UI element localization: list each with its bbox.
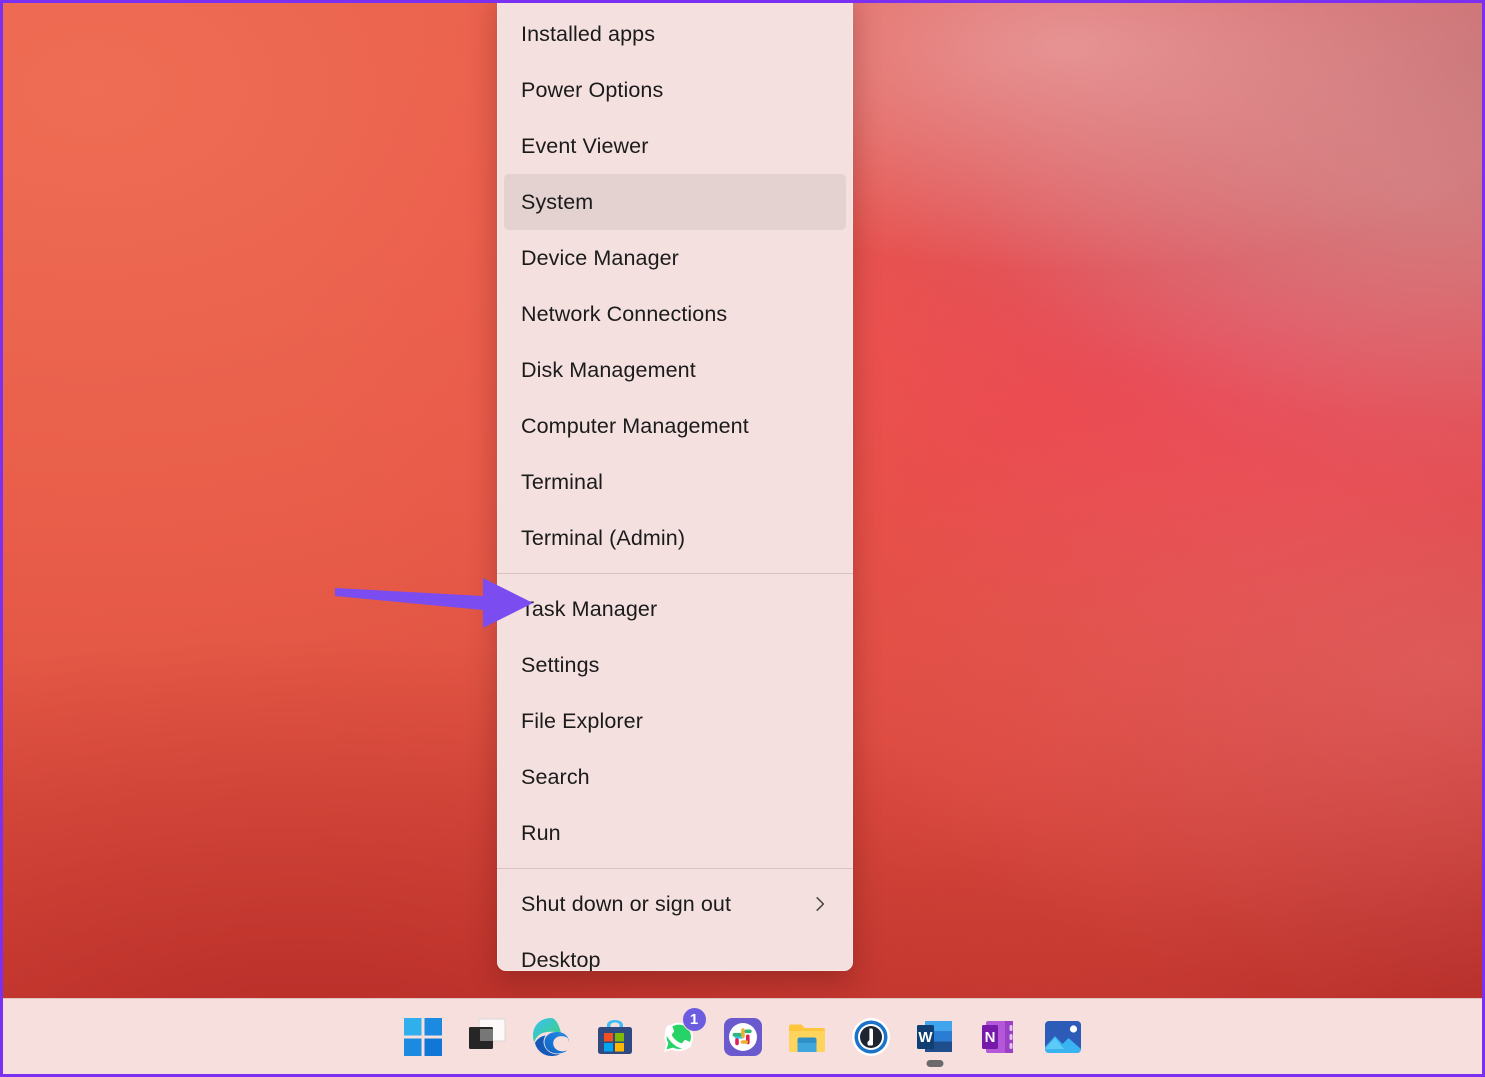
taskbar-item-photos[interactable]	[1031, 1005, 1095, 1069]
menu-separator	[497, 573, 853, 574]
menu-item-run[interactable]: Run	[504, 805, 846, 861]
running-indicator	[926, 1059, 943, 1067]
taskbar-item-edge[interactable]	[519, 1005, 583, 1069]
onenote-icon: N	[978, 1016, 1020, 1058]
menu-item-label: Settings	[521, 652, 600, 677]
taskbar-item-onenote[interactable]: N	[967, 1005, 1031, 1069]
menu-item-device-manager[interactable]: Device Manager	[504, 230, 846, 286]
menu-item-label: Desktop	[521, 947, 601, 972]
menu-item-shut-down-or-sign-out[interactable]: Shut down or sign out	[504, 876, 846, 932]
menu-item-label: Disk Management	[521, 357, 696, 382]
menu-section: Task Manager Settings File Explorer Search R…	[497, 578, 853, 864]
menu-item-label: Computer Management	[521, 413, 749, 438]
menu-item-terminal[interactable]: Terminal	[504, 454, 846, 510]
microsoft-store-icon	[594, 1016, 636, 1058]
taskbar-item-task-view[interactable]	[455, 1005, 519, 1069]
photos-icon	[1042, 1016, 1084, 1058]
menu-item-search[interactable]: Search	[504, 749, 846, 805]
word-icon: W	[914, 1016, 956, 1058]
taskbar-item-file-explorer[interactable]	[775, 1005, 839, 1069]
menu-item-label: Task Manager	[521, 596, 658, 621]
menu-item-label: Device Manager	[521, 245, 679, 270]
menu-separator	[497, 868, 853, 869]
edge-icon	[530, 1016, 572, 1058]
menu-item-installed-apps[interactable]: Installed apps	[504, 6, 846, 62]
menu-item-terminal-admin[interactable]: Terminal (Admin)	[504, 510, 846, 566]
menu-item-system[interactable]: System	[504, 174, 846, 230]
menu-item-label: File Explorer	[521, 708, 643, 733]
menu-item-label: Installed apps	[521, 21, 656, 46]
menu-item-file-explorer[interactable]: File Explorer	[504, 693, 846, 749]
menu-item-label: Network Connections	[521, 301, 728, 326]
menu-section: Shut down or sign out Desktop	[497, 873, 853, 971]
menu-item-event-viewer[interactable]: Event Viewer	[504, 118, 846, 174]
taskbar-item-whatsapp[interactable]: 1	[647, 1005, 711, 1069]
chevron-right-icon	[816, 897, 825, 911]
taskbar-item-microsoft-store[interactable]	[583, 1005, 647, 1069]
menu-item-computer-management[interactable]: Computer Management	[504, 398, 846, 454]
svg-text:N: N	[984, 1029, 995, 1046]
svg-text:W: W	[918, 1029, 933, 1046]
notification-badge: 1	[681, 1006, 707, 1032]
menu-item-label: System	[521, 189, 594, 214]
desktop[interactable]: Installed apps Power Options Event Viewer S…	[3, 3, 1482, 1074]
menu-item-network-connections[interactable]: Network Connections	[504, 286, 846, 342]
menu-section: Installed apps Power Options Event Viewer S…	[497, 3, 853, 569]
menu-item-disk-management[interactable]: Disk Management	[504, 342, 846, 398]
menu-item-power-options[interactable]: Power Options	[504, 62, 846, 118]
menu-item-label: Terminal (Admin)	[521, 525, 686, 550]
taskbar-item-slack[interactable]	[711, 1005, 775, 1069]
menu-item-settings[interactable]: Settings	[504, 637, 846, 693]
taskbar[interactable]: 1 W N	[3, 998, 1482, 1074]
menu-item-task-manager[interactable]: Task Manager	[504, 581, 846, 637]
menu-item-label: Event Viewer	[521, 133, 649, 158]
menu-item-label: Shut down or sign out	[521, 891, 732, 916]
file-explorer-icon	[786, 1016, 828, 1058]
taskbar-item-1password[interactable]	[839, 1005, 903, 1069]
slack-icon	[722, 1016, 764, 1058]
taskbar-item-start[interactable]	[391, 1005, 455, 1069]
taskbar-item-word[interactable]: W	[903, 1005, 967, 1069]
quick-link-context-menu[interactable]: Installed apps Power Options Event Viewer S…	[497, 3, 853, 971]
start-icon	[402, 1016, 444, 1058]
menu-item-label: Power Options	[521, 77, 664, 102]
menu-item-desktop[interactable]: Desktop	[504, 932, 846, 972]
task-view-icon	[466, 1016, 508, 1058]
menu-item-label: Search	[521, 764, 590, 789]
1password-icon	[850, 1016, 892, 1058]
menu-item-label: Run	[521, 820, 561, 845]
menu-item-label: Terminal	[521, 469, 604, 494]
annotation-arrow	[335, 578, 533, 628]
